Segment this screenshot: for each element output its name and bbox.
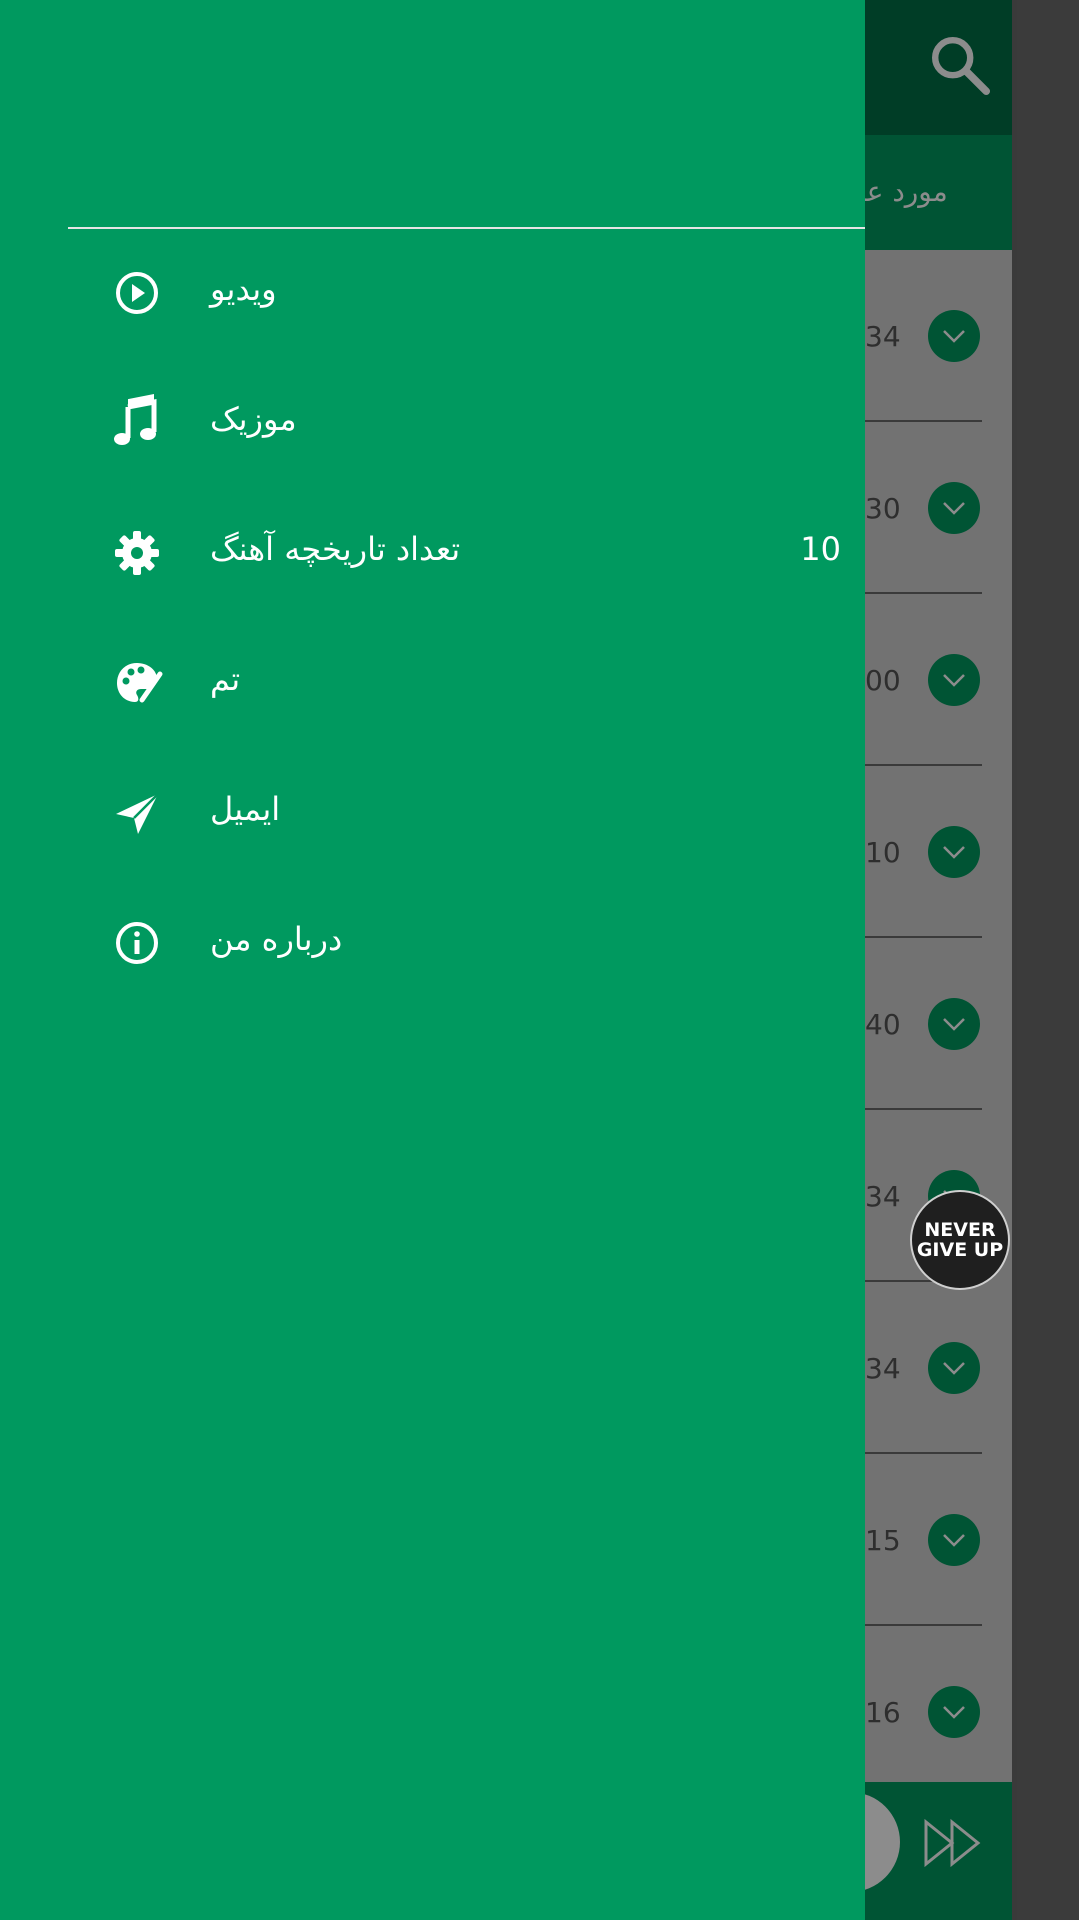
drawer-item-history-count[interactable]: تعداد تاریخچه آهنگ 10	[68, 488, 865, 618]
play-circle-icon	[108, 264, 166, 322]
floating-badge[interactable]: NEVER GIVE UP	[910, 1190, 1010, 1290]
music-note-icon	[108, 394, 166, 452]
drawer-item-label: ایمیل	[210, 790, 281, 828]
drawer-item-label: تعداد تاریخچه آهنگ	[210, 530, 461, 568]
gear-icon	[108, 524, 166, 582]
info-icon	[108, 914, 166, 972]
drawer-item-label: ویدیو	[210, 270, 277, 308]
drawer-item-label: درباره من	[210, 920, 343, 958]
history-count-value: 10	[800, 530, 841, 568]
drawer-item-video[interactable]: ویدیو	[68, 228, 865, 358]
badge-line-1: NEVER	[924, 1219, 996, 1241]
drawer-item-about[interactable]: درباره من	[68, 878, 865, 1008]
drawer-item-music[interactable]: موزیک	[68, 358, 865, 488]
badge-line-2: GIVE UP	[916, 1239, 1004, 1261]
navigation-drawer: ویدیو موزیک تعداد تاریخچه آهنگ 10 تم ایم…	[0, 0, 865, 1920]
drawer-item-label: تم	[210, 660, 241, 698]
drawer-item-theme[interactable]: تم	[68, 618, 865, 748]
drawer-item-label: موزیک	[210, 400, 297, 438]
drawer-item-email[interactable]: ایمیل	[68, 748, 865, 878]
drawer-header	[68, 0, 865, 229]
paper-plane-icon	[108, 784, 166, 842]
palette-icon	[108, 654, 166, 712]
